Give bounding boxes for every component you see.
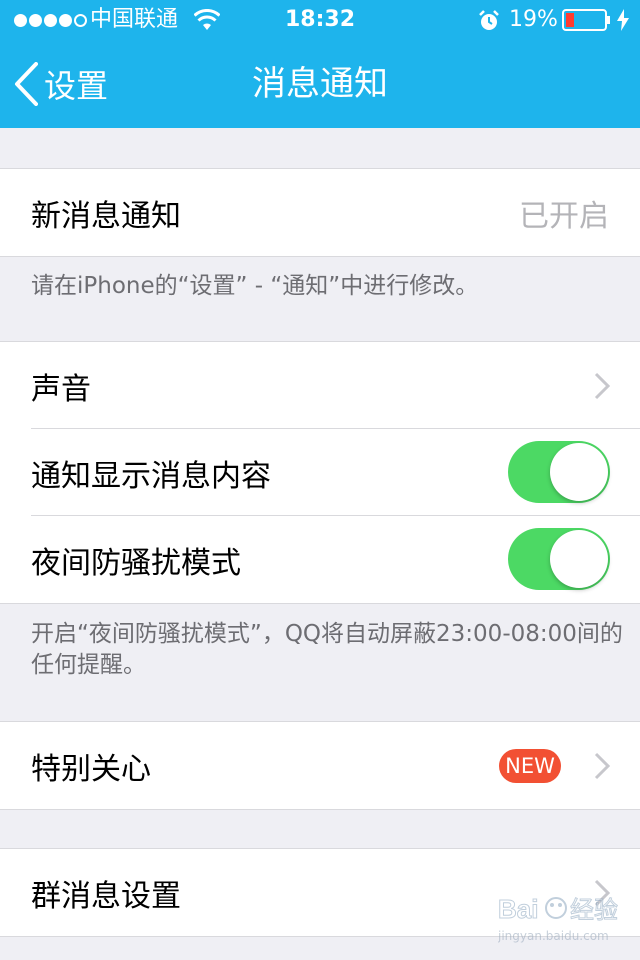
back-button[interactable]: 设置: [14, 40, 108, 128]
chevron-left-icon: [15, 62, 38, 106]
battery-icon: [562, 9, 610, 31]
night-mode-toggle[interactable]: [508, 528, 610, 590]
group-settings-label: 群消息设置: [31, 878, 181, 914]
sound-settings-group: 声音 通知显示消息内容 夜间防骚扰模式: [0, 341, 640, 604]
show-content-label: 通知显示消息内容: [31, 458, 271, 494]
special-care-group: 特别关心 NEW: [0, 721, 640, 810]
new-message-cell[interactable]: 新消息通知 已开启: [0, 169, 640, 256]
night-mode-cell: 夜间防骚扰模式: [0, 515, 640, 603]
show-content-cell: 通知显示消息内容: [0, 428, 640, 516]
toggle-knob: [550, 530, 608, 588]
status-bar: 中国联通 18:32 19%: [0, 0, 640, 40]
svg-text:jingyan.baidu.com: jingyan.baidu.com: [498, 929, 609, 943]
baidu-watermark-logo: Bai 经验 jingyan.baidu.com: [498, 894, 619, 944]
navigation-bar: 设置 消息通知: [0, 40, 640, 128]
sound-label: 声音: [31, 371, 91, 407]
show-content-toggle[interactable]: [508, 441, 610, 503]
charging-bolt-icon: [617, 9, 629, 31]
night-mode-label: 夜间防骚扰模式: [31, 545, 241, 581]
special-care-label: 特别关心: [31, 751, 151, 787]
alarm-clock-icon: [479, 10, 499, 30]
chevron-right-icon: [594, 752, 610, 780]
sound-cell[interactable]: 声音: [0, 342, 640, 429]
toggle-knob: [550, 443, 608, 501]
special-care-cell[interactable]: 特别关心 NEW: [0, 722, 640, 809]
svg-text:经验: 经验: [570, 896, 618, 924]
new-message-status: 已开启: [519, 198, 609, 234]
night-mode-hint: 开启“夜间防骚扰模式”，QQ将自动屏蔽23:00-08:00间的任何提醒。: [31, 621, 623, 678]
battery-percentage: 19%: [509, 7, 558, 32]
back-label: 设置: [44, 67, 109, 105]
new-message-label: 新消息通知: [31, 198, 181, 234]
chevron-right-icon: [594, 372, 610, 400]
notification-hint: 请在iPhone的“设置” - “通知”中进行修改。: [31, 273, 479, 299]
app-header: 中国联通 18:32 19% 设置 消息通知: [0, 0, 640, 128]
new-message-group: 新消息通知 已开启: [0, 168, 640, 257]
new-badge: NEW: [499, 749, 561, 783]
svg-text:Bai: Bai: [498, 894, 538, 924]
